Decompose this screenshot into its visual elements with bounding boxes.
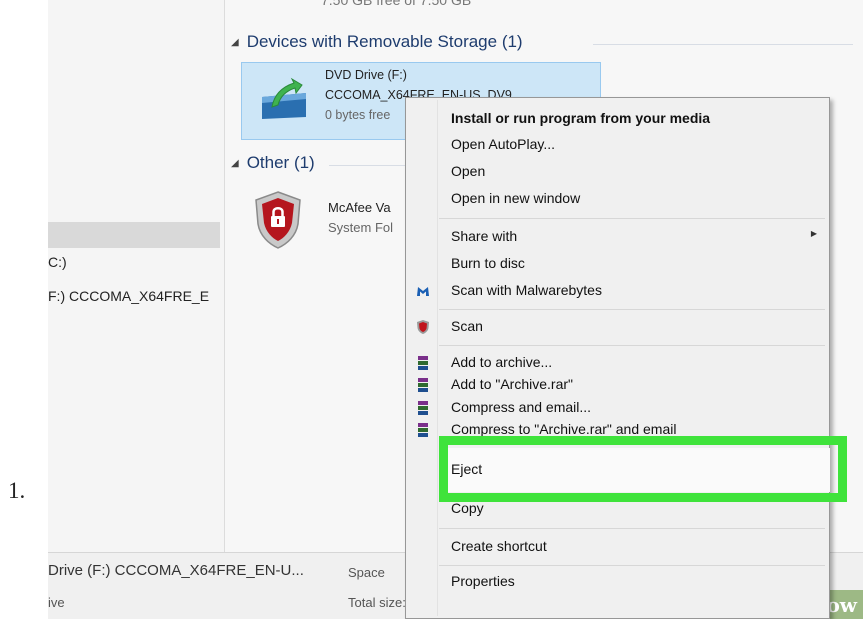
dvd-drive-free-space: 0 bytes free	[325, 108, 391, 122]
collapse-triangle-icon[interactable]: ◢	[231, 158, 239, 169]
menu-item-open-autoplay[interactable]: Open AutoPlay...	[451, 136, 555, 152]
menu-item-properties[interactable]: Properties	[451, 573, 515, 589]
drive-space-text: 7.50 GB free of 7.50 GB	[321, 0, 472, 8]
status-item-name: Drive (F:) CCCOMA_X64FRE_EN-U...	[48, 562, 304, 579]
status-item-type: ive	[48, 595, 65, 610]
menu-gutter-divider	[437, 100, 438, 616]
navigation-pane: C:) F:) CCCOMA_X64FRE_E	[48, 0, 225, 552]
dvd-drive-name: DVD Drive (F:)	[325, 68, 407, 82]
submenu-arrow-icon: ▶	[810, 229, 817, 238]
winrar-archive-icon	[418, 378, 428, 392]
menu-item-scan[interactable]: Scan	[451, 318, 483, 334]
menu-separator	[439, 565, 825, 566]
explorer-screenshot: C:) F:) CCCOMA_X64FRE_E 7.50 GB free of …	[48, 0, 863, 619]
menu-item-create-shortcut[interactable]: Create shortcut	[451, 538, 547, 554]
winrar-archive-icon	[418, 401, 428, 415]
group-header-label: Other (1)	[246, 153, 315, 172]
nav-item-local-disk[interactable]: C:)	[48, 254, 67, 270]
malwarebytes-icon	[417, 287, 429, 296]
status-space-label: Space	[348, 565, 385, 580]
menu-item-add-to-archive-rar[interactable]: Add to "Archive.rar"	[451, 376, 573, 392]
nav-item-dvd-drive[interactable]: F:) CCCOMA_X64FRE_E	[48, 288, 209, 304]
collapse-triangle-icon[interactable]: ◢	[231, 37, 239, 48]
menu-item-copy[interactable]: Copy	[451, 500, 484, 516]
menu-item-open-in-new-window[interactable]: Open in new window	[451, 190, 580, 206]
menu-item-add-to-archive[interactable]: Add to archive...	[451, 354, 552, 370]
menu-separator	[439, 528, 825, 529]
mcafee-type: System Fol	[328, 220, 394, 235]
group-header-label: Devices with Removable Storage (1)	[246, 32, 523, 51]
mcafee-scan-icon	[417, 320, 429, 334]
dvd-drive-icon	[262, 77, 306, 119]
eject-highlight-box	[439, 436, 847, 502]
menu-separator	[439, 345, 825, 346]
menu-separator	[439, 309, 825, 310]
mcafee-shield-icon[interactable]	[253, 190, 303, 250]
group-header-other[interactable]: ◢ Other (1)	[231, 153, 315, 173]
group-header-removable[interactable]: ◢ Devices with Removable Storage (1)	[231, 32, 523, 52]
menu-item-share-with[interactable]: Share with	[451, 228, 517, 244]
menu-item-compress-to-archive-and-email[interactable]: Compress to "Archive.rar" and email	[451, 421, 676, 437]
menu-item-burn-to-disc[interactable]: Burn to disc	[451, 255, 525, 271]
nav-selection-highlight	[48, 222, 220, 248]
mcafee-name: McAfee Va	[328, 200, 391, 215]
menu-separator	[439, 218, 825, 219]
group-divider	[593, 44, 853, 45]
menu-item-scan-malwarebytes[interactable]: Scan with Malwarebytes	[451, 282, 602, 298]
menu-item-install-or-run[interactable]: Install or run program from your media	[451, 110, 710, 126]
context-menu: Install or run program from your media O…	[405, 97, 830, 619]
menu-item-compress-and-email[interactable]: Compress and email...	[451, 399, 591, 415]
step-number: 1.	[8, 478, 26, 503]
menu-item-open[interactable]: Open	[451, 163, 485, 179]
winrar-archive-icon	[418, 423, 428, 437]
winrar-archive-icon	[418, 356, 428, 370]
